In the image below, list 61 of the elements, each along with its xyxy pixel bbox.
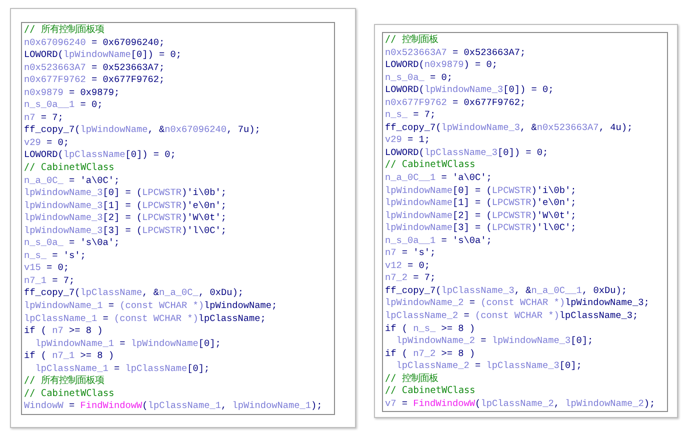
- code-line: ff_copy_7(lpClassName_3, &n_a_0C__1, 0xDu);: [385, 284, 628, 298]
- code-line: lpWindowName_3[0] = (LPCWSTR)'i\0b';: [24, 187, 228, 200]
- code-comment: // CabinetWClass: [24, 388, 116, 400]
- code-line: ff_copy_7(lpClassName, &n_a_0C_, 0xDu);: [24, 287, 244, 300]
- code-line: n_s_0a_ = 0;: [385, 72, 454, 84]
- code-line: n_a_0C__1 = 'a\0C';: [385, 172, 493, 185]
- code-comment: // 控制面板: [385, 372, 439, 386]
- code-comment: // 控制面板: [385, 34, 439, 47]
- code-line: n_s_0a__1 = 0;: [24, 99, 104, 112]
- code-line: n_s_ = 's';: [24, 250, 87, 262]
- code-line: LOWORD(lpWindowName_3[0]) = 0;: [385, 84, 555, 97]
- code-line: n0x9879 = 0x9879;: [24, 86, 121, 100]
- code-line: lpWindowName[1] = (LPCWSTR)'e\0n';: [385, 197, 578, 210]
- code-line: LOWORD(lpClassName_3[0]) = 0;: [385, 146, 550, 160]
- code-line: n7_1 = 7;: [24, 274, 76, 288]
- code-comment: // CabinetWClass: [385, 159, 476, 172]
- code-line: if ( n_s_ >= 8 ): [385, 322, 476, 336]
- code-line: if ( n7_1 >= 8 ): [24, 350, 116, 363]
- code-comment: // 所有控制面板项: [24, 375, 105, 388]
- code-line: ff_copy_7(lpWindowName, &n0x67096240, 7u);: [24, 124, 262, 137]
- code-line: lpClassName_2 = lpClassName_3[0];: [395, 360, 583, 373]
- code-line: v12 = 0;: [385, 260, 432, 272]
- code-line: n_s_0a_ = 's\0a';: [24, 237, 121, 250]
- code-line: v15 = 0;: [24, 262, 70, 275]
- code-line: lpWindowName_2 = (const WCHAR *)lpWindowName_3;: [385, 297, 650, 310]
- code-line: n0x67096240 = 0x67096240;: [24, 36, 166, 50]
- code-line: lpWindowName_3[3] = (LPCWSTR)'l\0C';: [24, 224, 228, 238]
- code-line: v29 = 1;: [385, 134, 432, 147]
- code-line: n0x523663A7 = 0x523663A7;: [385, 46, 527, 60]
- code-line: WindowW = FindWindowW(lpClassName_1, lpWindowName_1);: [24, 400, 324, 413]
- code-line: n_a_0C_ = 'a\0C';: [24, 174, 121, 188]
- code-line: n_s_ = 7;: [385, 109, 437, 122]
- code-line: ff_copy_7(lpWindowName_3, &n0x523663A7, 4u);: [385, 122, 634, 134]
- code-line: n7 = 7;: [24, 112, 64, 124]
- code-line: lpClassName_1 = (const WCHAR *)lpClassName;: [24, 312, 267, 326]
- code-comment: // CabinetWClass: [385, 385, 476, 398]
- code-line: n0x523663A7 = 0x523663A7;: [24, 62, 166, 74]
- code-line: lpWindowName[3] = (LPCWSTR)'l\0C';: [385, 222, 578, 235]
- code-line: n7_2 = 7;: [385, 272, 437, 285]
- code-comment: // CabinetWClass: [24, 162, 116, 175]
- code-line: lpWindowName_3[1] = (LPCWSTR)'e\0n';: [24, 200, 228, 212]
- code-line: if ( n7 >= 8 ): [24, 325, 104, 338]
- code-line: lpClassName_2 = (const WCHAR *)lpClassName_3;: [385, 310, 640, 323]
- code-line: n_s_0a__1 = 's\0a';: [385, 234, 493, 248]
- code-comment: // 所有控制面板项: [24, 24, 105, 37]
- code-line: lpWindowName_3[2] = (LPCWSTR)'W\0t';: [24, 212, 228, 225]
- code-line: v7 = FindWindowW(lpClassName_2, lpWindowName_2);: [385, 398, 656, 410]
- code-line: LOWORD(lpClassName[0]) = 0;: [24, 149, 177, 162]
- code-line: lpWindowName_1 = (const WCHAR *)lpWindowName;: [24, 300, 278, 313]
- code-line: LOWORD(lpWindowName[0]) = 0;: [24, 49, 183, 62]
- code-line: n0x677F9762 = 0x677F9762;: [385, 96, 527, 110]
- code-line: lpClassName_1 = lpClassName[0];: [34, 362, 211, 375]
- code-line: lpWindowName[0] = (LPCWSTR)'i\0b';: [385, 184, 578, 198]
- code-line: lpWindowName_1 = lpWindowName[0];: [34, 338, 222, 350]
- code-line: n7 = 's';: [385, 247, 437, 260]
- code-line: lpWindowName[2] = (LPCWSTR)'W\0t';: [385, 210, 578, 222]
- code-line: lpWindowName_2 = lpWindowName_3[0];: [395, 335, 594, 348]
- code-line: LOWORD(n0x9879) = 0;: [385, 59, 499, 72]
- code-line: v29 = 0;: [24, 136, 70, 150]
- code-line: n0x677F9762 = 0x677F9762;: [24, 74, 166, 87]
- code-line: if ( n7_2 >= 8 ): [385, 348, 476, 360]
